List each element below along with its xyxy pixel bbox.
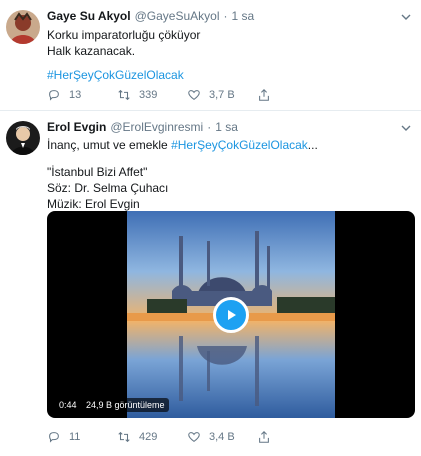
- timestamp[interactable]: 1 sa: [231, 9, 254, 23]
- tweet-header: Gaye Su Akyol @GayeSuAkyol · 1 sa: [47, 9, 254, 25]
- hashtag-link[interactable]: #HerŞeyÇokGüzelOlacak: [171, 138, 308, 152]
- separator: ·: [223, 9, 228, 23]
- play-icon: [228, 310, 236, 320]
- tweet[interactable]: Gaye Su Akyol @GayeSuAkyol · 1 sa Korku …: [0, 0, 421, 111]
- heart-icon: [188, 432, 200, 443]
- tweet[interactable]: Erol Evgin @ErolEvginresmi · 1 sa İnanç,…: [0, 111, 421, 456]
- timestamp[interactable]: 1 sa: [215, 120, 238, 134]
- avatar[interactable]: [6, 10, 40, 44]
- author-name[interactable]: Erol Evgin: [47, 120, 106, 134]
- video-views: 24,9 B görüntüleme: [82, 398, 169, 412]
- author-handle[interactable]: @ErolEvginresmi: [110, 120, 203, 134]
- retweet-icon: [118, 89, 130, 101]
- tweet-header: Erol Evgin @ErolEvginresmi · 1 sa: [47, 120, 238, 136]
- retweet-icon: [118, 431, 130, 443]
- tweet-text-suffix: ...: [307, 138, 318, 152]
- author-name[interactable]: Gaye Su Akyol: [47, 9, 131, 23]
- chevron-down-icon[interactable]: [401, 12, 411, 22]
- like-button[interactable]: 3,7 B: [187, 88, 235, 102]
- reply-icon: [49, 90, 59, 101]
- like-count: 3,4 B: [209, 431, 235, 443]
- heart-icon: [188, 90, 200, 101]
- reply-icon: [49, 432, 59, 443]
- retweet-count: 339: [139, 89, 158, 101]
- reply-button[interactable]: 13: [47, 88, 81, 102]
- tweet-actions: 13 339 3,7 B: [47, 88, 287, 104]
- tweet-line: Halk kazanacak.: [47, 44, 136, 58]
- tweet-line: Müzik: Erol Evgin: [47, 197, 140, 211]
- tweet-text: Korku imparatorluğu çöküyor Halk kazanac…: [47, 27, 200, 59]
- video-duration: 0:44: [55, 398, 81, 412]
- tweet-actions: 11 429 3,4 B: [47, 430, 287, 446]
- hashtag-link[interactable]: #HerŞeyÇokGüzelOlacak: [47, 67, 184, 83]
- tweet-text-prefix: İnanç, umut ve emekle: [47, 138, 172, 152]
- reply-count: 13: [69, 89, 82, 101]
- chevron-down-icon[interactable]: [401, 123, 411, 133]
- tweet-line: "İstanbul Bizi Affet": [47, 165, 148, 179]
- author-handle[interactable]: @GayeSuAkyol: [135, 9, 220, 23]
- tweet-quote: "İstanbul Bizi Affet" Söz: Dr. Selma Çuh…: [47, 164, 168, 212]
- share-icon: [259, 431, 269, 443]
- tweet-line: Korku imparatorluğu çöküyor: [47, 28, 201, 42]
- video-player[interactable]: 0:44 24,9 B görüntüleme: [47, 211, 415, 418]
- retweet-count: 429: [139, 431, 158, 443]
- reply-count: 11: [69, 431, 81, 443]
- retweet-button[interactable]: 429: [117, 430, 157, 444]
- share-button[interactable]: [257, 88, 271, 102]
- share-icon: [259, 89, 269, 101]
- retweet-button[interactable]: 339: [117, 88, 157, 102]
- play-button[interactable]: [213, 297, 249, 333]
- tweet-line: Söz: Dr. Selma Çuhacı: [47, 181, 169, 195]
- like-count: 3,7 B: [209, 89, 235, 101]
- reply-button[interactable]: 11: [47, 430, 80, 444]
- tweet-text: İnanç, umut ve emekle #HerŞeyÇokGüzelOla…: [47, 137, 318, 153]
- share-button[interactable]: [257, 430, 271, 444]
- separator: ·: [207, 120, 212, 134]
- timeline-feed: Gaye Su Akyol @GayeSuAkyol · 1 sa Korku …: [0, 0, 421, 456]
- avatar[interactable]: [6, 121, 40, 155]
- like-button[interactable]: 3,4 B: [187, 430, 235, 444]
